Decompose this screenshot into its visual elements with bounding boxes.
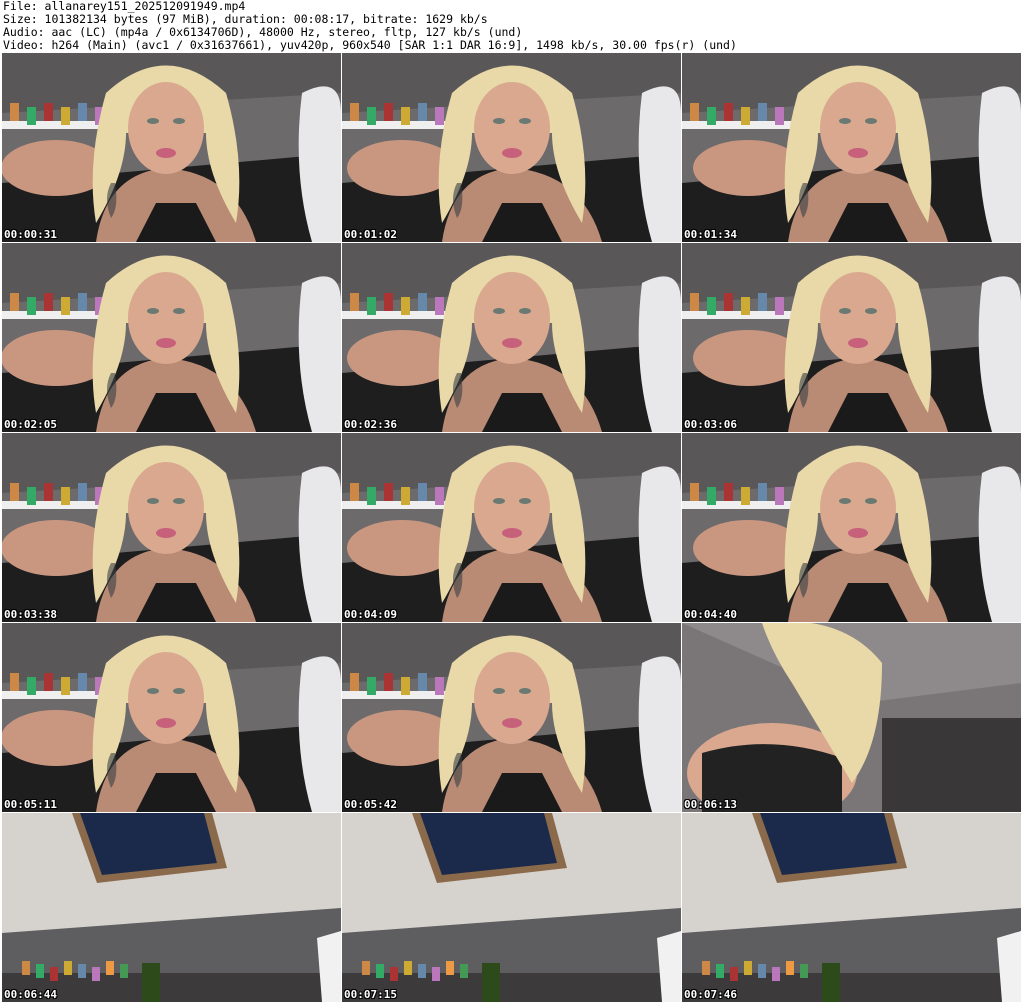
thumbnail-grid: 00:00:31 00:01:02 00:01:34 00:02:05 00:02:36… [2,53,1022,1003]
video-thumbnail: 00:01:02 [342,53,681,242]
thumbnail-frame-image [682,243,1021,432]
video-info-line: Video: h264 (Main) (avc1 / 0x31637661), … [3,39,737,52]
thumbnail-timestamp: 00:01:34 [684,228,737,241]
thumbnail-timestamp: 00:04:09 [344,608,397,621]
thumbnail-frame-image [342,433,681,622]
thumbnail-timestamp: 00:04:40 [684,608,737,621]
size-duration-line: Size: 101382134 bytes (97 MiB), duration… [3,13,488,26]
thumbnail-timestamp: 00:02:05 [4,418,57,431]
file-name-line: File: allanarey151_202512091949.mp4 [3,0,246,13]
thumbnail-timestamp: 00:00:31 [4,228,57,241]
video-thumbnail: 00:04:09 [342,433,681,622]
thumbnail-frame-image [2,433,341,622]
thumbnail-timestamp: 00:02:36 [344,418,397,431]
video-info-header: File: allanarey151_202512091949.mp4 Size… [3,0,1021,52]
video-thumbnail: 00:04:40 [682,433,1021,622]
thumbnail-frame-image [342,813,681,1002]
thumbnail-frame-image [342,53,681,242]
video-thumbnail: 00:07:46 [682,813,1021,1002]
thumbnail-timestamp: 00:05:11 [4,798,57,811]
thumbnail-frame-image [342,623,681,812]
thumbnail-frame-image [2,813,341,1002]
thumbnail-frame-image [2,243,341,432]
video-thumbnail: 00:05:42 [342,623,681,812]
video-thumbnail: 00:06:44 [2,813,341,1002]
video-thumbnail: 00:01:34 [682,53,1021,242]
thumbnail-timestamp: 00:06:44 [4,988,57,1001]
video-thumbnail: 00:07:15 [342,813,681,1002]
thumbnail-timestamp: 00:07:15 [344,988,397,1001]
thumbnail-frame-image [682,433,1021,622]
video-thumbnail: 00:05:11 [2,623,341,812]
thumbnail-frame-image [682,813,1021,1002]
thumbnail-frame-image [682,53,1021,242]
video-thumbnail: 00:00:31 [2,53,341,242]
thumbnail-timestamp: 00:03:06 [684,418,737,431]
thumbnail-frame-image [342,243,681,432]
thumbnail-timestamp: 00:05:42 [344,798,397,811]
audio-info-line: Audio: aac (LC) (mp4a / 0x6134706D), 480… [3,26,523,39]
video-thumbnail: 00:03:06 [682,243,1021,432]
video-thumbnail: 00:06:13 [682,623,1021,812]
thumbnail-frame-image [682,623,1021,812]
thumbnail-timestamp: 00:03:38 [4,608,57,621]
thumbnail-timestamp: 00:07:46 [684,988,737,1001]
thumbnail-timestamp: 00:01:02 [344,228,397,241]
thumbnail-timestamp: 00:06:13 [684,798,737,811]
video-thumbnail: 00:03:38 [2,433,341,622]
video-thumbnail: 00:02:05 [2,243,341,432]
video-thumbnail: 00:02:36 [342,243,681,432]
thumbnail-frame-image [2,53,341,242]
thumbnail-frame-image [2,623,341,812]
